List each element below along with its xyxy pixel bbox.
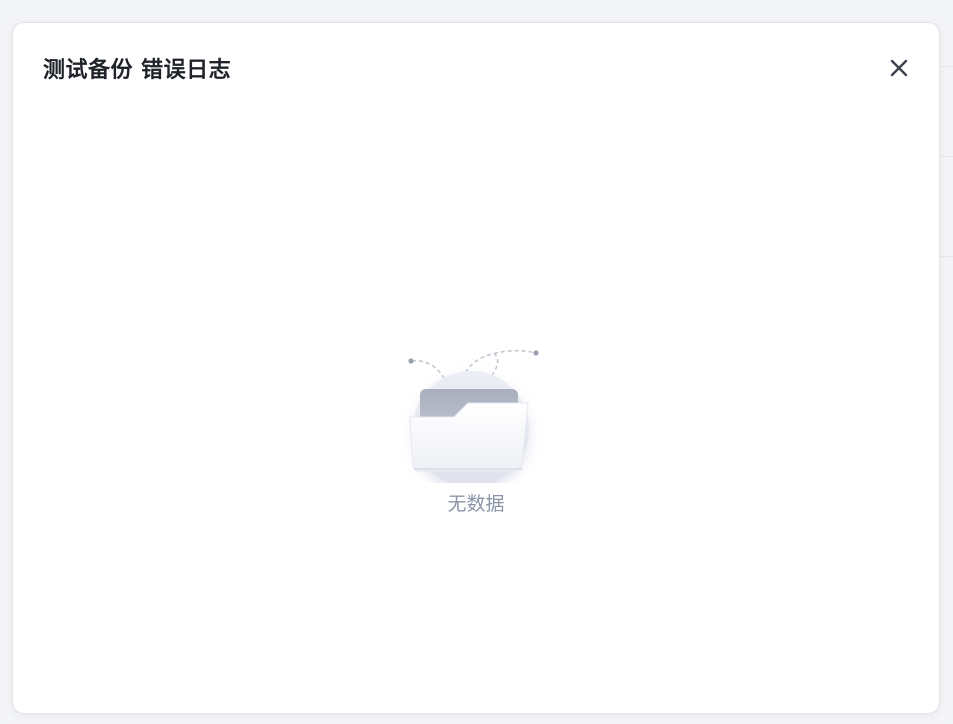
- empty-state: 无数据: [13, 323, 939, 517]
- empty-folder-icon: [408, 349, 539, 483]
- error-log-modal: 测试备份 错误日志 无数据: [12, 22, 940, 714]
- close-button[interactable]: [887, 56, 911, 80]
- modal-title: 测试备份 错误日志: [43, 58, 232, 83]
- close-icon: [890, 59, 908, 77]
- empty-state-text: 无数据: [447, 493, 505, 515]
